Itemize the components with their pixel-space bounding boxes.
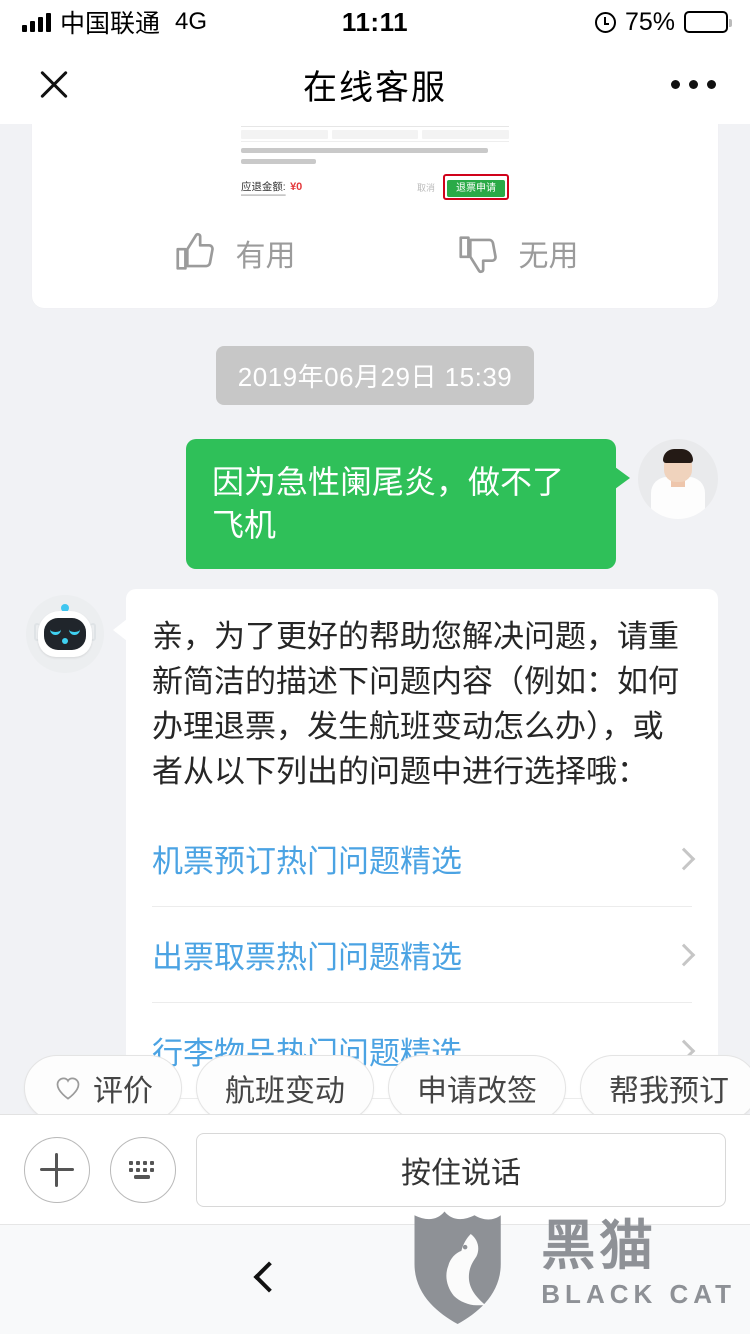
status-bar-right: 75%	[594, 7, 732, 37]
chat-message-list[interactable]: 应退金额: ¥0 取消 退票申请 有用 无用 2019年06月29日 15:39…	[0, 124, 750, 1124]
faq-link-label: 机票预订热门问题精选	[152, 844, 462, 880]
status-bar: 中国联通 4G 11:11 75%	[0, 0, 750, 44]
screenshot-secondary-label: 取消	[416, 182, 435, 193]
screenshot-refund-row: 应退金额: ¥0 取消 退票申请	[241, 174, 509, 200]
keyboard-toggle-button[interactable]	[110, 1136, 176, 1203]
plus-icon	[40, 1152, 74, 1187]
quick-reply-chip-flight-change[interactable]: 航班变动	[196, 1055, 374, 1121]
chevron-left-icon[interactable]	[253, 1260, 285, 1293]
embedded-order-screenshot: 应退金额: ¥0 取消 退票申请	[241, 124, 510, 200]
feedback-row: 有用 无用	[32, 200, 718, 288]
bot-message-row: 亲，为了更好的帮助您解决问题，请重新简洁的描述下问题内容（例如：如何办理退票，发…	[0, 589, 750, 1124]
watermark: 黑猫 BLACK CAT	[407, 1204, 736, 1324]
black-cat-shield-icon	[414, 1211, 502, 1324]
chevron-right-icon	[672, 847, 696, 870]
timestamp-row: 2019年06月29日 15:39	[0, 346, 750, 405]
useless-button[interactable]: 无用	[455, 230, 579, 276]
useless-label: 无用	[518, 240, 579, 273]
quick-reply-chip-rate[interactable]: 评价	[24, 1055, 182, 1121]
screenshot-text-line	[241, 159, 317, 164]
robot-avatar-icon	[26, 595, 104, 674]
chat-screen: 中国联通 4G 11:11 75% 在线客服 应退金额: ¥0 取消 退票申请 …	[0, 0, 750, 1334]
refund-amount-value: ¥0	[290, 181, 303, 193]
screenshot-table-row	[241, 126, 510, 142]
user-message-row: 因为急性阑尾炎，做不了飞机	[0, 439, 750, 570]
quick-reply-chip-book-for-me[interactable]: 帮我预订	[580, 1055, 750, 1121]
user-avatar-photo[interactable]	[638, 439, 718, 519]
chip-label: 申请改签	[417, 1075, 537, 1108]
add-attachment-button[interactable]	[24, 1136, 90, 1203]
useful-label: 有用	[235, 240, 296, 273]
more-dots-icon[interactable]	[671, 79, 716, 89]
heart-icon	[56, 1077, 80, 1100]
bot-message-text: 亲，为了更好的帮助您解决问题，请重新简洁的描述下问题内容（例如：如何办理退票，发…	[152, 619, 679, 790]
thumbs-up-icon	[175, 232, 214, 270]
thumbs-down-icon	[458, 236, 497, 274]
list-item[interactable]: 出票取票热门问题精选	[152, 907, 696, 1004]
screenshot-text-line	[241, 148, 488, 153]
user-message-bubble[interactable]: 因为急性阑尾炎，做不了飞机	[186, 439, 630, 570]
hold-to-talk-button[interactable]: 按住说话	[196, 1132, 726, 1207]
page-title: 在线客服	[303, 68, 447, 107]
list-item[interactable]: 机票预订热门问题精选	[152, 811, 696, 908]
battery-icon	[684, 11, 732, 33]
watermark-cn-label: 黑猫	[541, 1215, 658, 1276]
refund-amount-label: 应退金额:	[241, 178, 286, 196]
watermark-text: 黑猫 BLACK CAT	[541, 1219, 736, 1310]
quick-reply-chip-rebook[interactable]: 申请改签	[388, 1055, 566, 1121]
battery-percent-label: 75%	[624, 7, 675, 36]
alarm-clock-icon	[594, 11, 616, 33]
answer-card: 应退金额: ¥0 取消 退票申请 有用 无用	[32, 124, 718, 308]
chip-label: 评价	[93, 1075, 153, 1108]
faq-link-label: 出票取票热门问题精选	[152, 940, 462, 976]
chip-label: 航班变动	[225, 1075, 345, 1108]
keyboard-icon	[129, 1160, 154, 1179]
chip-label: 帮我预订	[609, 1075, 729, 1108]
refund-apply-button[interactable]: 退票申请	[447, 180, 505, 197]
message-timestamp: 2019年06月29日 15:39	[215, 346, 535, 405]
page-header: 在线客服	[0, 44, 750, 124]
chevron-right-icon	[672, 943, 696, 966]
bot-message-bubble: 亲，为了更好的帮助您解决问题，请重新简洁的描述下问题内容（例如：如何办理退票，发…	[113, 589, 718, 1124]
highlight-box: 退票申请	[443, 174, 509, 200]
watermark-en-label: BLACK CAT	[541, 1278, 736, 1309]
useful-button[interactable]: 有用	[172, 230, 296, 276]
